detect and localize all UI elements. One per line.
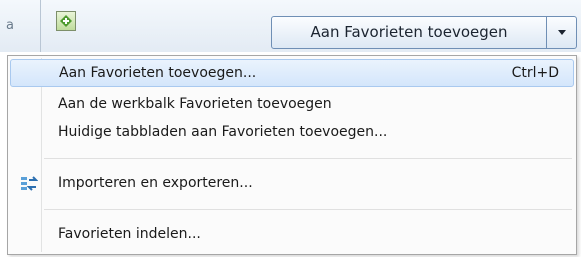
add-favorite-icon[interactable]	[56, 11, 76, 31]
menu-item-label: Aan de werkbalk Favorieten toevoegen	[58, 96, 332, 112]
add-to-favorites-button[interactable]: Aan Favorieten toevoegen	[271, 16, 547, 49]
toolbar-divider	[40, 0, 41, 52]
menu-separator	[44, 158, 572, 159]
menu-item-label: Favorieten indelen...	[58, 226, 201, 242]
menu-item-label: Aan Favorieten toevoegen...	[59, 65, 257, 81]
add-to-favorites-dropdown[interactable]	[546, 16, 577, 49]
menu-item-label: Importeren en exporteren...	[58, 175, 253, 191]
menu-item-import-export[interactable]: Importeren en exporteren...	[10, 169, 574, 197]
menu-separator	[44, 209, 572, 210]
favorites-ui: a Aan Favorieten toevoegen Aan Favoriete…	[0, 0, 581, 257]
menu-item-add-to-favorites[interactable]: Aan Favorieten toevoegen... Ctrl+D	[10, 59, 574, 87]
menu-item-shortcut: Ctrl+D	[511, 65, 559, 81]
menu-item-add-current-tabs[interactable]: Huidige tabbladen aan Favorieten toevoeg…	[10, 118, 574, 146]
import-export-icon	[20, 175, 39, 193]
menu-item-add-to-favorites-bar[interactable]: Aan de werkbalk Favorieten toevoegen	[10, 90, 574, 118]
favorites-menu: Aan Favorieten toevoegen... Ctrl+D Aan d…	[7, 55, 577, 255]
toolbar-side-label: a	[6, 18, 14, 33]
menu-item-organize-favorites[interactable]: Favorieten indelen...	[10, 220, 574, 248]
chevron-down-icon	[558, 30, 566, 35]
menu-item-label: Huidige tabbladen aan Favorieten toevoeg…	[58, 124, 388, 140]
toolbar: a Aan Favorieten toevoegen	[0, 0, 581, 52]
